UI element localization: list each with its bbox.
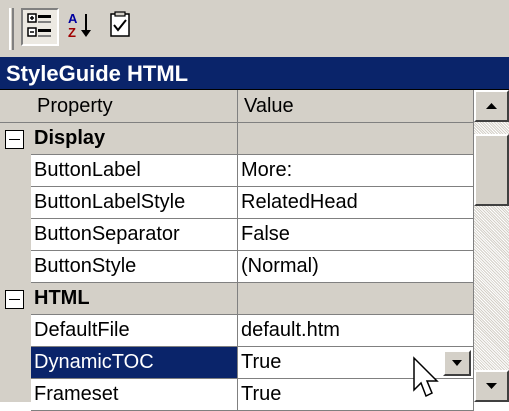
row-gutter [0, 123, 31, 402]
property-row-selected[interactable]: DynamicTOC True [31, 347, 474, 379]
toolbar-grip[interactable] [9, 8, 14, 50]
collapse-html-icon[interactable] [5, 290, 24, 309]
property-name: Frameset [31, 379, 238, 411]
scroll-up-button[interactable] [474, 90, 509, 122]
property-name: ButtonLabelStyle [31, 187, 238, 219]
property-row[interactable]: ButtonSeparator False [31, 219, 474, 251]
property-value[interactable]: RelatedHead [238, 187, 474, 219]
scroll-down-button[interactable] [474, 370, 509, 402]
property-value[interactable]: False [238, 219, 474, 251]
collapse-display-icon[interactable] [5, 130, 24, 149]
property-name: DefaultFile [31, 315, 238, 347]
category-label: Display [31, 123, 238, 155]
property-name: ButtonStyle [31, 251, 238, 283]
property-column-header[interactable]: Property [31, 90, 238, 123]
property-pages-icon [110, 11, 130, 37]
property-value[interactable]: More: [238, 155, 474, 187]
scroll-thumb[interactable] [474, 134, 509, 206]
toolbar: A Z [0, 0, 509, 57]
arrow-down-icon [486, 383, 497, 389]
property-row[interactable]: Frameset True [31, 379, 474, 411]
arrow-up-icon [486, 103, 497, 109]
categorized-button[interactable] [21, 8, 59, 46]
svg-text:Z: Z [68, 25, 76, 40]
dropdown-arrow-icon [452, 360, 462, 366]
property-name: ButtonSeparator [31, 219, 238, 251]
property-name: ButtonLabel [31, 155, 238, 187]
category-row-display[interactable]: Display [31, 123, 474, 155]
sort-alphabetical-button[interactable]: A Z [63, 8, 101, 46]
svg-text:A: A [68, 11, 78, 26]
property-name: DynamicTOC [31, 347, 238, 379]
property-row[interactable]: ButtonLabelStyle RelatedHead [31, 187, 474, 219]
mouse-cursor-icon [413, 356, 439, 398]
sort-alphabetical-icon: A Z [68, 11, 91, 40]
header-corner [0, 90, 31, 123]
vertical-scrollbar[interactable] [474, 90, 509, 402]
value-column-header[interactable]: Value [238, 90, 474, 123]
property-row[interactable]: ButtonStyle (Normal) [31, 251, 474, 283]
category-value-cell [238, 123, 474, 155]
category-row-html[interactable]: HTML [31, 283, 474, 315]
category-value-cell [238, 283, 474, 315]
value-dropdown-button[interactable] [443, 350, 471, 376]
category-label: HTML [31, 283, 238, 315]
property-value[interactable]: (Normal) [238, 251, 474, 283]
property-row[interactable]: DefaultFile default.htm [31, 315, 474, 347]
categorized-icon [27, 13, 51, 37]
property-row[interactable]: ButtonLabel More: [31, 155, 474, 187]
property-pages-button[interactable] [103, 8, 141, 46]
property-value[interactable]: default.htm [238, 315, 474, 347]
object-title: StyleGuide HTML [0, 57, 509, 90]
